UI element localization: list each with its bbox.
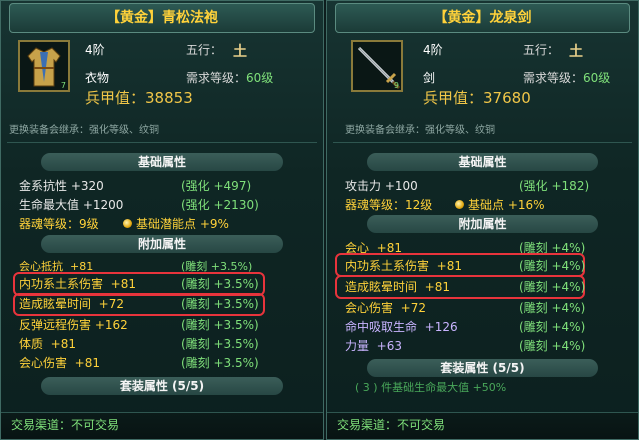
trade-channel: 交易渠道：不可交易 [11, 418, 120, 432]
attr-bonus: (雕刻 +4%) [519, 301, 586, 315]
attr-bonus: (强化 +182) [519, 179, 590, 193]
set-attributes-header: 套装属性 (5/5) [367, 359, 598, 377]
item-category: 剑 [423, 71, 436, 85]
attr-row: 反弹远程伤害 +162 [19, 318, 128, 332]
element-label: 五行： [186, 43, 223, 57]
divider [333, 142, 632, 143]
attr-row: 造成眩晕时间 +72 [19, 297, 124, 311]
earth-element-icon: 土 [233, 44, 247, 60]
required-level: 需求等级：60级 [186, 71, 274, 85]
inherit-note: 更换装备会继承：强化等级、纹铜 [9, 125, 159, 136]
attr-row: 攻击力 +100 [345, 179, 418, 193]
attr-bonus: (雕刻 +3.5%) [181, 337, 259, 351]
attr-row: 造成眩晕时间 +81 [345, 280, 450, 294]
attr-row: 会心伤害 +81 [19, 356, 100, 370]
trade-channel: 交易渠道：不可交易 [337, 418, 446, 432]
gear-score: 兵甲值：38853 [85, 89, 193, 107]
required-level: 需求等级：60级 [523, 71, 611, 85]
attr-bonus: (强化 +2130) [181, 198, 259, 212]
attr-row: 体质 +81 [19, 337, 76, 351]
inherit-note: 更换装备会继承：强化等级、纹铜 [345, 125, 495, 136]
soul-potential: 基础点 +16% [451, 196, 545, 214]
sword-icon[interactable]: 9 [351, 40, 403, 92]
soul-level: 器魂等级：12级 [345, 198, 433, 212]
soul-level: 器魂等级：9级 [19, 217, 99, 231]
earth-element-icon: 土 [569, 44, 583, 60]
icon-level: 9 [393, 81, 399, 90]
attr-row: 命中吸取生命 +126 [345, 320, 458, 334]
set-attributes-header: 套装属性 (5/5) [41, 377, 283, 395]
attr-bonus: (雕刻 +4%) [519, 320, 586, 334]
extra-attributes-header: 附加属性 [41, 235, 283, 253]
base-attributes-header: 基础属性 [41, 153, 283, 171]
base-attributes-header: 基础属性 [367, 153, 598, 171]
attr-bonus: (雕刻 +3.5%) [181, 297, 259, 311]
attr-row: 金系抗性 +320 [19, 179, 104, 193]
attr-bonus: (雕刻 +4%) [519, 339, 586, 353]
attr-row: 力量 +63 [345, 339, 402, 353]
attr-bonus: (雕刻 +3.5%) [181, 356, 259, 370]
attr-bonus: (强化 +497) [181, 179, 252, 193]
attr-bonus: (雕刻 +4%) [519, 280, 586, 294]
set-bonus-line: ( 3 ) 件基础生命最大值 +50% [355, 381, 507, 394]
item-title: 【黄金】龙泉剑 [335, 3, 630, 33]
robe-icon[interactable]: 7 [18, 40, 70, 92]
element-label: 五行： [523, 43, 560, 57]
soul-potential: 基础潜能点 +9% [119, 215, 229, 233]
attr-row: 会心伤害 +72 [345, 301, 426, 315]
item-category: 衣物 [85, 71, 110, 85]
item-grade: 4阶 [85, 43, 105, 57]
attr-row: 生命最大值 +1200 [19, 198, 124, 212]
potential-orb-icon [455, 200, 464, 209]
divider [7, 142, 317, 143]
item-title: 【黄金】青松法袍 [9, 3, 315, 33]
extra-attributes-header: 附加属性 [367, 215, 598, 233]
item-tooltip-right: 【黄金】龙泉剑 9 4阶 五行： 土 剑 需求等级：60级 兵甲值：37680 … [326, 0, 639, 440]
attr-row: 内功系土系伤害 +81 [19, 277, 136, 291]
attr-bonus: (雕刻 +4%) [519, 259, 586, 273]
potential-orb-icon [123, 219, 132, 228]
attr-bonus: (雕刻 +3.5%) [181, 318, 259, 332]
item-grade: 4阶 [423, 43, 443, 57]
attr-row: 内功系土系伤害 +81 [345, 259, 462, 273]
gear-score: 兵甲值：37680 [423, 89, 531, 107]
icon-level: 7 [60, 81, 66, 90]
attr-bonus: (雕刻 +3.5%) [181, 277, 259, 291]
item-tooltip-left: 【黄金】青松法袍 7 4阶 五行： 土 衣物 需求等级：60级 兵甲值：3885… [0, 0, 324, 440]
